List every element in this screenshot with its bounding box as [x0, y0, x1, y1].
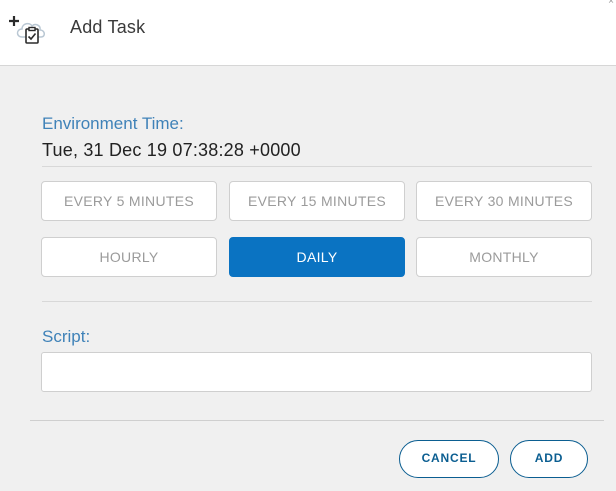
environment-time-label: Environment Time: — [42, 114, 184, 133]
script-label: Script: — [42, 327, 91, 346]
monthly-button[interactable]: MONTHLY — [416, 237, 592, 277]
divider — [42, 301, 592, 302]
cancel-button[interactable]: CANCEL — [399, 440, 499, 478]
every-30-minutes-button[interactable]: EVERY 30 MINUTES — [416, 181, 592, 221]
daily-button[interactable]: DAILY — [229, 237, 405, 277]
hourly-button[interactable]: HOURLY — [41, 237, 217, 277]
footer-divider — [30, 420, 604, 421]
dialog-title: Add Task — [70, 17, 146, 37]
environment-time-value: Tue, 31 Dec 19 07:38:28 +0000 — [42, 140, 301, 160]
add-task-cloud-clipboard-icon — [8, 13, 52, 45]
every-15-minutes-button[interactable]: EVERY 15 MINUTES — [229, 181, 405, 221]
script-input[interactable] — [41, 352, 592, 392]
close-icon[interactable]: × — [608, 0, 614, 7]
every-5-minutes-button[interactable]: EVERY 5 MINUTES — [41, 181, 217, 221]
dialog-header: Add Task × — [0, 0, 616, 66]
add-button[interactable]: ADD — [510, 440, 588, 478]
add-task-dialog: Add Task × Environment Time: Tue, 31 Dec… — [0, 0, 616, 491]
divider — [42, 166, 592, 167]
